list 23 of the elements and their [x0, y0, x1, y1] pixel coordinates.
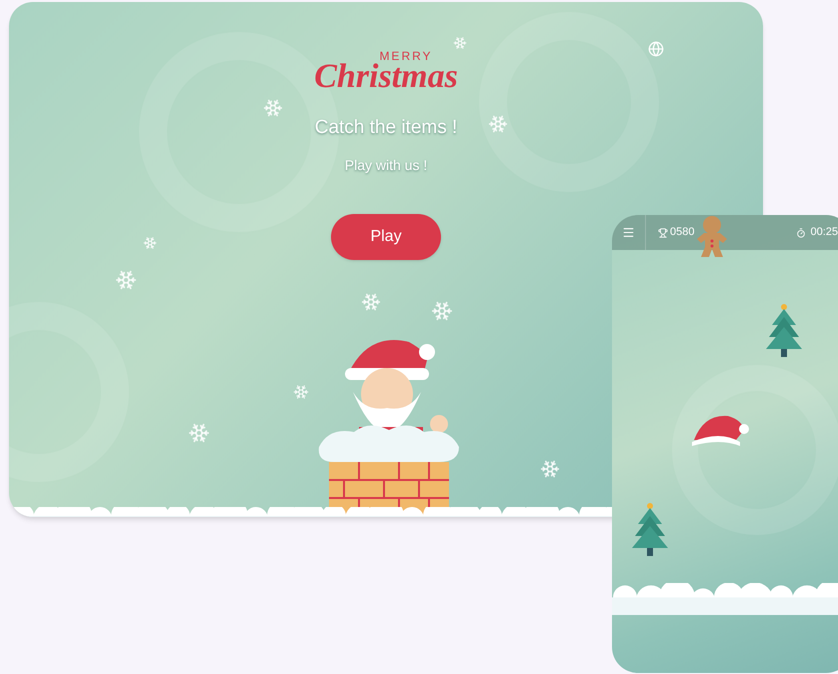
- play-button[interactable]: Play: [331, 214, 441, 260]
- tree-drawing: [630, 502, 670, 558]
- timer-icon: [796, 228, 806, 238]
- snowflake-icon: [453, 36, 467, 50]
- snowflake-icon: [488, 114, 508, 134]
- score: 0580: [670, 225, 694, 240]
- snowflake-icon: [115, 269, 137, 291]
- globe-icon[interactable]: [648, 41, 664, 57]
- trophy-icon: [658, 228, 668, 238]
- snowflake-icon: [540, 459, 560, 479]
- snowflake-icon: [361, 292, 381, 312]
- subtitle: Play with us !: [344, 156, 428, 175]
- snowflake-icon: [143, 236, 157, 250]
- snowflake-icon: [263, 98, 283, 118]
- gingerbread-drawing: [696, 215, 728, 259]
- menu-icon: [622, 226, 635, 239]
- tree-drawing: [764, 303, 804, 359]
- snowflake-icon: [293, 384, 309, 400]
- time: 00:25: [810, 225, 838, 240]
- title: Catch the items !: [314, 116, 458, 140]
- snowflake-icon: [188, 422, 210, 444]
- snowflake-icon: [431, 300, 453, 322]
- logo: MERRY Christmas: [314, 50, 458, 94]
